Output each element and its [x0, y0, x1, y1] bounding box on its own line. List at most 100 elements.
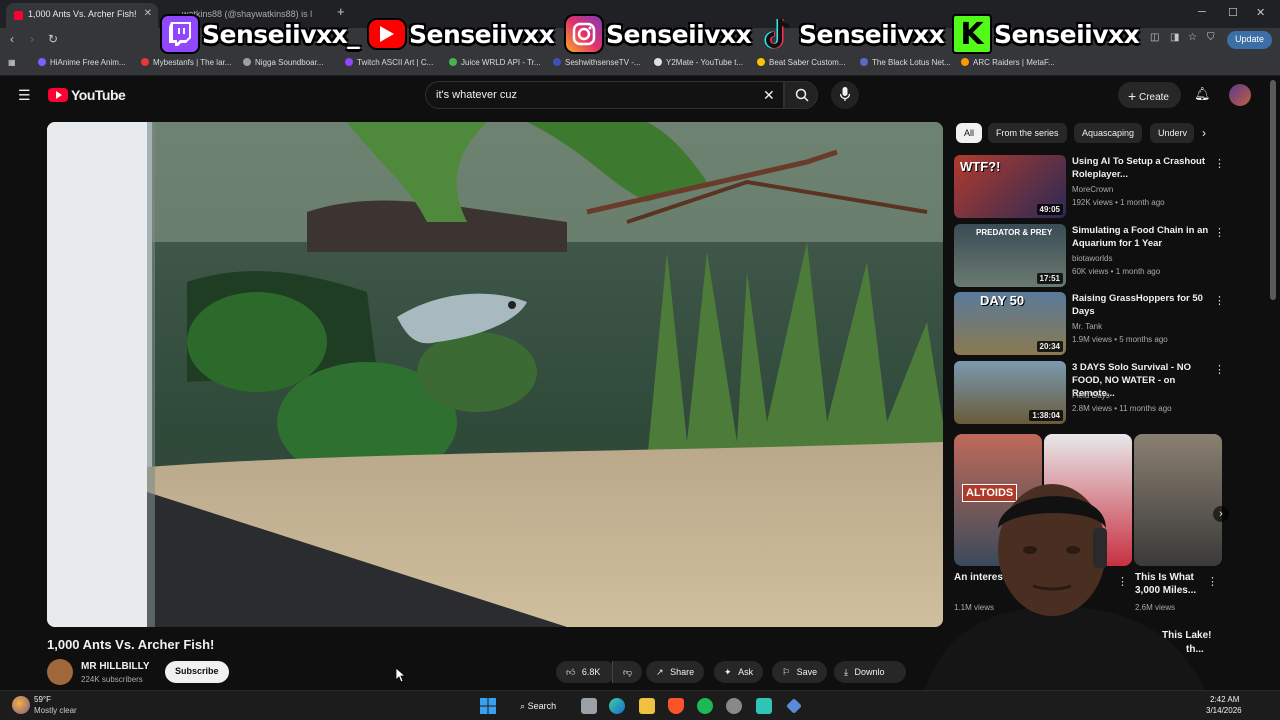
app-diamond-icon[interactable] [786, 698, 802, 714]
instagram-handle: Senseiivxx [606, 19, 752, 49]
save-label: Save [796, 667, 818, 677]
ask-button[interactable]: ✦ Ask [714, 661, 764, 683]
forward-icon[interactable]: › [30, 32, 34, 46]
chevron-right-icon[interactable]: › [1202, 126, 1206, 140]
more-options-icon[interactable]: ⋮ [1214, 226, 1225, 239]
channel-name[interactable]: MR HILLBILLY [81, 661, 150, 672]
bookmark-item[interactable]: Y2Mate - YouTube t... [654, 58, 743, 67]
plus-icon: + [1128, 88, 1137, 104]
chrome-icon[interactable] [726, 698, 742, 714]
more-options-icon[interactable]: ⋮ [1214, 294, 1225, 307]
update-button[interactable]: Update [1226, 31, 1272, 49]
shield-icon[interactable]: ⛉ [1207, 32, 1215, 43]
like-count: 6.8K [581, 667, 601, 677]
share-button[interactable]: ↗ Share [646, 661, 705, 683]
tab-search-icon[interactable]: ◨ [1170, 32, 1179, 43]
notifications-bell-icon[interactable]: 🔔︎ [1194, 86, 1211, 102]
apps-icon[interactable]: ▦ [8, 58, 16, 67]
maximize-button[interactable]: ☐ [1228, 6, 1238, 19]
share-icon: ↗ [656, 667, 664, 677]
download-button[interactable]: ⤓ Downlo [834, 661, 906, 683]
suggestion-title[interactable]: Using AI To Setup a Crashout Roleplayer.… [1072, 155, 1212, 181]
suggestion-thumbnail[interactable]: PREDATOR & PREY 17:51 [954, 224, 1066, 287]
youtube-logo-text: YouTube [71, 87, 126, 103]
youtube-header: ☰ YouTube it's whatever cuz ✕ + Create 🔔… [0, 77, 1280, 115]
more-options-icon[interactable]: ⋮ [1214, 363, 1225, 376]
windows-start-icon[interactable] [480, 698, 496, 714]
bookmark-item[interactable]: SeshwithsenseTV -... [553, 58, 641, 67]
bookmark-item[interactable]: ARC Raiders | MetaF... [961, 58, 1055, 67]
youtube-logo[interactable]: YouTube [48, 87, 126, 103]
tab-close-icon[interactable]: ✕ [144, 8, 152, 19]
edge-browser-icon[interactable] [609, 698, 625, 714]
clock-date[interactable]: 3/14/2026 [1206, 706, 1242, 715]
channel-avatar[interactable] [47, 659, 73, 685]
bookmark-label: Y2Mate - YouTube t... [666, 58, 744, 67]
bookmark-favicon-icon [961, 58, 969, 66]
tab-active[interactable]: 1,000 Ants Vs. Archer Fish! ✕ [6, 3, 158, 28]
reload-icon[interactable]: ↻ [48, 32, 58, 46]
bookmark-label: HiAnime Free Anim... [50, 58, 126, 67]
back-icon[interactable]: ‹ [10, 32, 14, 46]
suggestion-thumbnail[interactable]: WTF?! 49:05 [954, 155, 1066, 218]
windows-taskbar: 59°F Mostly clear ⌕ Search 2:42 AM 3/14/… [0, 690, 1280, 720]
brave-browser-icon[interactable] [668, 698, 684, 714]
save-button[interactable]: ⚐ Save [772, 661, 828, 683]
account-avatar[interactable] [1229, 84, 1251, 106]
suggestion-channel[interactable]: biotaworlds [1072, 254, 1112, 263]
search-button[interactable] [784, 81, 818, 109]
task-view-icon[interactable] [581, 698, 597, 714]
chip-aquascaping[interactable]: Aquascaping [1074, 123, 1143, 143]
spotify-icon[interactable] [697, 698, 713, 714]
video-title: 1,000 Ants Vs. Archer Fish! [47, 637, 215, 652]
suggestion-title[interactable]: Raising GrassHoppers for 50 Days [1072, 292, 1212, 318]
taskbar-search[interactable]: ⌕ Search [512, 696, 562, 716]
file-explorer-icon[interactable] [639, 698, 655, 714]
weather-icon[interactable] [12, 696, 30, 714]
search-input[interactable]: it's whatever cuz [425, 81, 784, 109]
extensions-icon[interactable]: ◫ [1150, 32, 1159, 43]
voice-search-button[interactable] [831, 81, 859, 109]
minimize-button[interactable]: ─ [1198, 6, 1206, 18]
suggestion-title[interactable]: Simulating a Food Chain in an Aquarium f… [1072, 224, 1212, 250]
suggestion-channel[interactable]: Mr. Tank [1072, 322, 1102, 331]
bookmark-item[interactable]: The Black Lotus Net... [860, 58, 951, 67]
favorite-icon[interactable]: ☆ [1188, 32, 1197, 43]
create-button[interactable]: + Create [1118, 82, 1181, 108]
video-player[interactable] [47, 122, 943, 627]
more-options-icon[interactable]: ⋮ [1214, 157, 1225, 170]
bookmark-label: ARC Raiders | MetaF... [973, 58, 1055, 67]
bookmark-favicon-icon [757, 58, 765, 66]
suggestion-thumbnail[interactable]: 1:38:04 [954, 361, 1066, 424]
bookmark-item[interactable]: Beat Saber Custom... [757, 58, 845, 67]
page-scrollbar-thumb[interactable] [1270, 80, 1276, 300]
clear-search-icon[interactable]: ✕ [763, 87, 775, 104]
suggestion-channel[interactable]: MoreCrown [1072, 185, 1113, 194]
chip-all[interactable]: All [956, 123, 983, 143]
chip-from-series[interactable]: From the series [988, 123, 1067, 143]
dislike-button[interactable]: 👎︎ [612, 661, 642, 683]
bookmark-item[interactable]: HiAnime Free Anim... [38, 58, 126, 67]
suggestion-channel[interactable]: Field Days [1072, 391, 1110, 400]
bookmark-label: Twitch ASCII Art | C... [357, 58, 434, 67]
bookmark-icon: ⚐ [782, 667, 791, 677]
clock-time[interactable]: 2:42 AM [1210, 695, 1239, 704]
mouse-cursor-icon [396, 668, 406, 683]
like-button[interactable]: 👍︎ 6.8K [556, 661, 616, 683]
bookmark-item[interactable]: Nigga Soundboar... [243, 58, 324, 67]
weather-temp[interactable]: 59°F [34, 695, 51, 704]
tiktok-icon [757, 14, 797, 54]
bookmark-item[interactable]: Juice WRLD API - Tr... [449, 58, 541, 67]
subscribe-button[interactable]: Subscribe [165, 661, 229, 683]
bookmark-favicon-icon [553, 58, 561, 66]
shorts-next-button[interactable]: › [1213, 506, 1229, 522]
suggestion-thumbnail[interactable]: DAY 50 20:34 [954, 292, 1066, 355]
obs-app-icon[interactable] [756, 698, 772, 714]
youtube-play-icon [48, 88, 68, 102]
chip-underwater[interactable]: Underv [1150, 123, 1194, 143]
menu-icon[interactable]: ☰ [18, 87, 31, 104]
bookmark-item[interactable]: Twitch ASCII Art | C... [345, 58, 433, 67]
close-window-button[interactable]: ✕ [1256, 6, 1265, 19]
suggestion-meta: 192K views • 1 month ago [1072, 198, 1165, 207]
bookmark-item[interactable]: Mybestanfs | The lar... [141, 58, 231, 67]
